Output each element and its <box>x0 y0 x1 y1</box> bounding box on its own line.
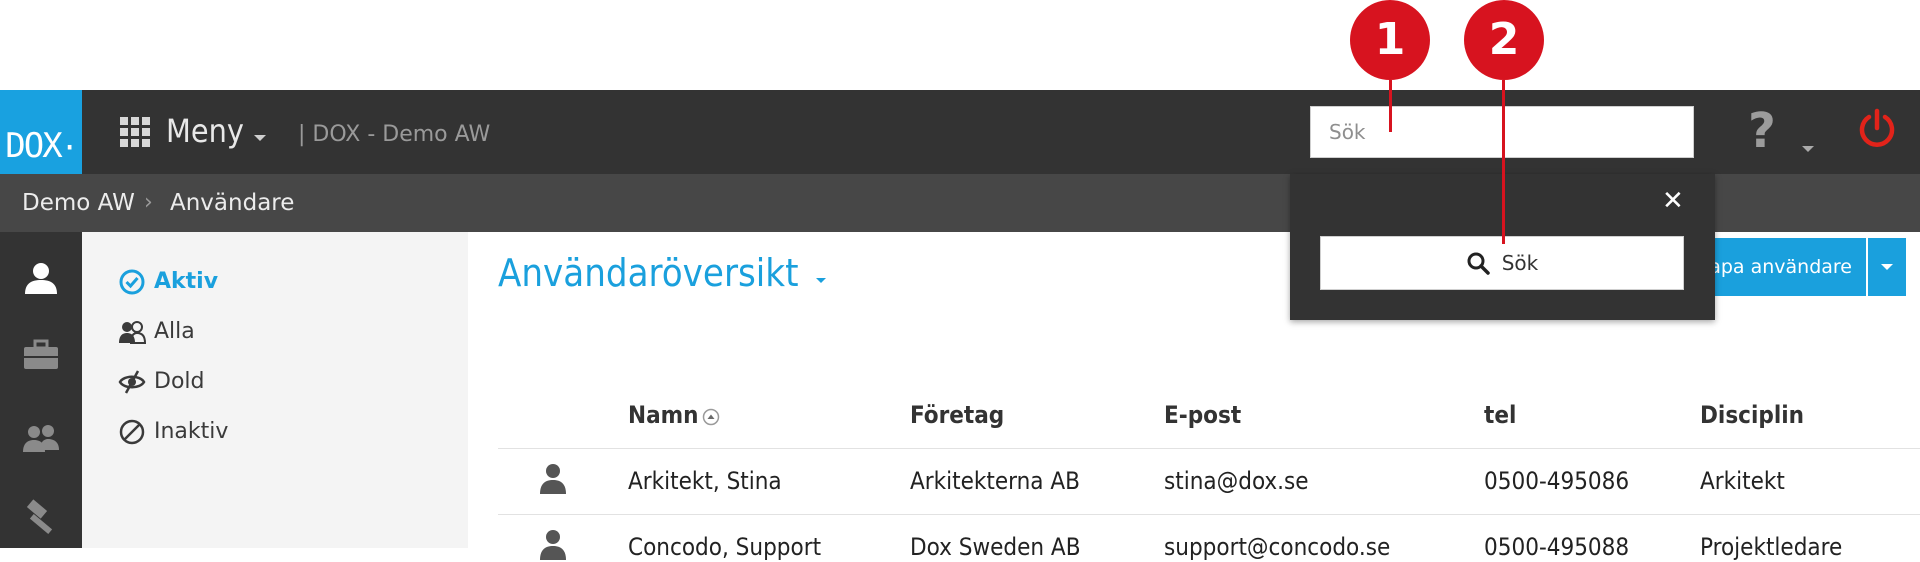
logo-text: DOX <box>5 126 62 166</box>
cell-discipline: Arkitekt <box>1700 467 1785 495</box>
filter-dold[interactable]: Dold <box>118 368 204 396</box>
cell-email[interactable]: support@concodo.se <box>1164 532 1390 562</box>
annotation-marker-2: 2 <box>1464 0 1544 80</box>
cell-name[interactable]: Concodo, Support <box>628 532 821 562</box>
help-caret-icon[interactable] <box>1802 146 1814 152</box>
column-header-namn[interactable]: Namn <box>628 400 699 430</box>
hammer-icon[interactable] <box>20 496 62 538</box>
title-caret-icon[interactable] <box>816 278 826 283</box>
sort-ascending-icon[interactable] <box>702 408 720 426</box>
cell-company: Arkitekterna AB <box>910 467 1080 495</box>
create-user-button[interactable]: kapa användare <box>1690 238 1866 296</box>
filter-aktiv[interactable]: Aktiv <box>118 268 218 296</box>
marker-2-line <box>1502 80 1505 244</box>
close-icon[interactable]: ✕ <box>1662 186 1684 216</box>
check-circle-icon <box>119 269 145 295</box>
cell-tel: 0500-495088 <box>1484 533 1630 561</box>
menu-caret-icon[interactable] <box>254 135 266 141</box>
breadcrumb-current: Användare <box>170 190 295 216</box>
create-user-dropdown-button[interactable] <box>1868 238 1906 296</box>
cell-email[interactable]: stina@dox.se <box>1164 466 1309 496</box>
project-label: | DOX - Demo AW <box>298 122 491 147</box>
column-header-foretag[interactable]: Företag <box>910 400 1004 430</box>
user-icon <box>540 530 566 560</box>
table-divider <box>498 448 1920 449</box>
cell-name[interactable]: Arkitekt, Stina <box>628 466 782 496</box>
filter-label: Alla <box>154 319 195 344</box>
user-icon <box>540 464 566 494</box>
filter-label: Inaktiv <box>154 419 229 444</box>
briefcase-icon[interactable] <box>20 334 62 376</box>
cell-company: Dox Sweden AB <box>910 533 1081 561</box>
menu-button[interactable]: Meny <box>166 113 244 149</box>
filter-inaktiv[interactable]: Inaktiv <box>118 418 228 446</box>
marker-1-line <box>1389 80 1392 132</box>
logo-dot: · <box>60 131 79 166</box>
page-title[interactable]: Användaröversikt <box>498 250 799 296</box>
user-icon[interactable] <box>20 258 62 300</box>
apps-grid-icon[interactable] <box>120 117 150 147</box>
cell-tel: 0500-495086 <box>1484 467 1630 495</box>
search-icon <box>1467 252 1490 275</box>
users-icon <box>119 321 146 344</box>
dox-logo[interactable]: DOX · <box>0 90 82 174</box>
filter-label: Dold <box>154 369 205 394</box>
search-button[interactable]: Sök <box>1320 236 1684 290</box>
blocked-icon <box>119 419 145 445</box>
annotation-marker-1: 1 <box>1350 0 1430 80</box>
column-header-epost[interactable]: E-post <box>1164 400 1241 430</box>
search-button-label: Sök <box>1501 251 1539 275</box>
eye-hidden-icon <box>118 370 146 394</box>
breadcrumb-root[interactable]: Demo AW <box>22 189 135 217</box>
cell-discipline: Projektledare <box>1700 533 1843 561</box>
table-divider <box>498 514 1920 515</box>
filter-label: Aktiv <box>154 269 219 294</box>
help-icon[interactable]: ? <box>1748 104 1776 158</box>
column-header-disciplin[interactable]: Disciplin <box>1700 400 1804 430</box>
power-icon[interactable] <box>1856 108 1898 150</box>
filter-alla[interactable]: Alla <box>118 318 195 346</box>
breadcrumb-separator-icon: › <box>144 190 153 215</box>
chevron-down-icon <box>1881 264 1893 270</box>
group-icon[interactable] <box>20 418 62 460</box>
column-header-tel[interactable]: tel <box>1484 400 1516 430</box>
